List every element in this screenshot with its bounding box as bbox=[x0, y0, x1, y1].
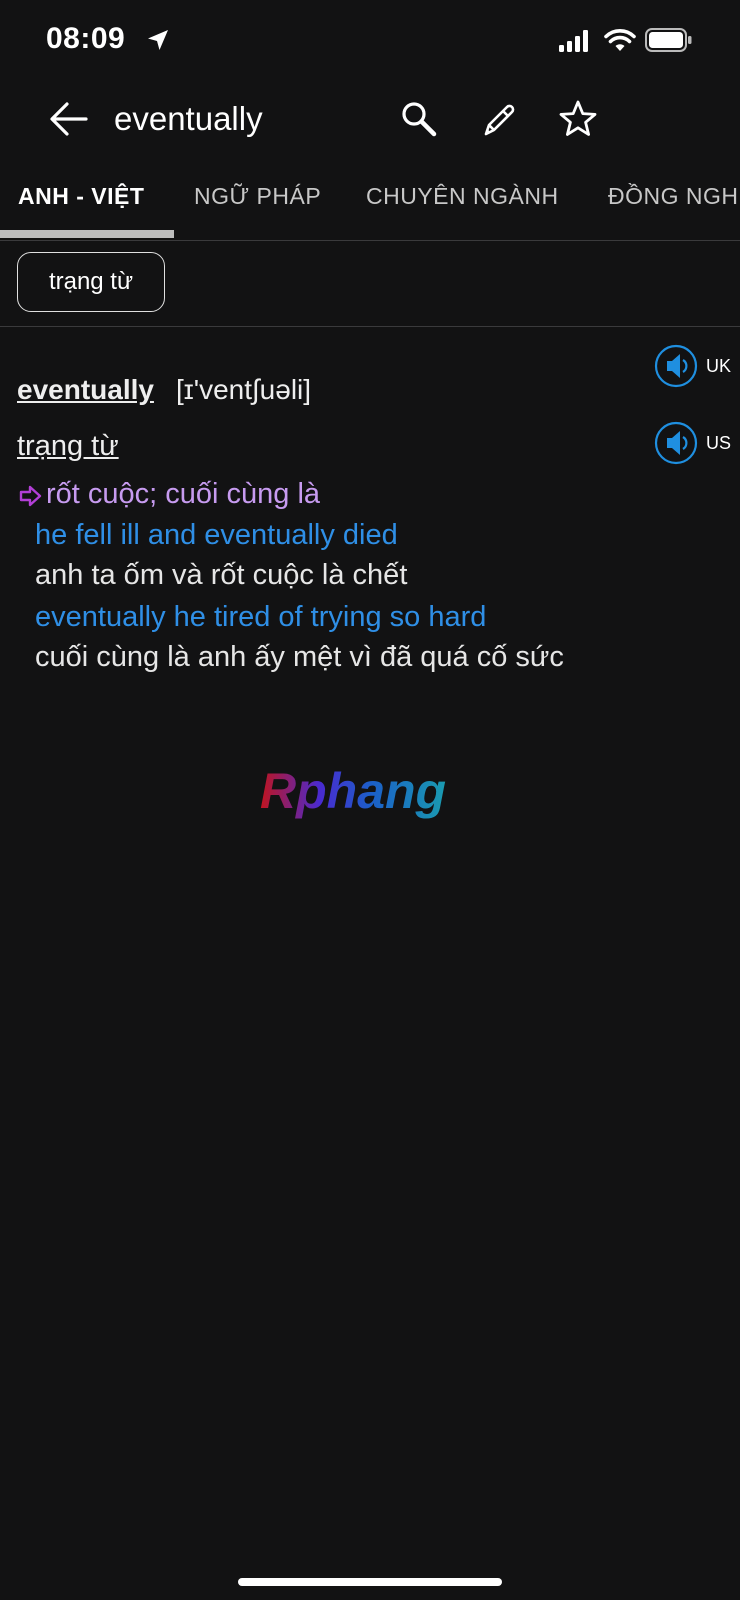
watermark-logo: Rphang bbox=[260, 766, 446, 819]
speaker-uk-icon[interactable] bbox=[654, 344, 698, 388]
meaning-text: rốt cuộc; cuối cùng là bbox=[46, 478, 321, 510]
active-tab-indicator bbox=[0, 230, 174, 238]
star-icon[interactable] bbox=[558, 99, 598, 139]
pos-filter-chip[interactable]: trạng từ bbox=[17, 252, 165, 312]
tab-divider bbox=[0, 240, 740, 241]
search-icon[interactable] bbox=[400, 100, 438, 138]
example-vi: cuối cùng là anh ấy mệt vì đã quá cố sức bbox=[35, 641, 564, 673]
section-divider bbox=[0, 326, 740, 327]
home-indicator[interactable] bbox=[238, 1578, 502, 1586]
tab-dong-nghia[interactable]: ĐỒNG NGH bbox=[608, 183, 739, 210]
phonetic: [ɪ'vent∫uəli] bbox=[176, 374, 312, 405]
meaning-arrow-icon bbox=[19, 485, 42, 507]
example-en: he fell ill and eventually died bbox=[35, 519, 398, 551]
tab-chuyen-nganh[interactable]: CHUYÊN NGÀNH bbox=[366, 183, 559, 210]
speaker-us-icon[interactable] bbox=[654, 421, 698, 465]
battery-icon bbox=[645, 28, 692, 52]
status-time: 08:09 bbox=[46, 22, 126, 55]
example-vi: anh ta ốm và rốt cuộc là chết bbox=[35, 559, 408, 591]
tab-anh-viet[interactable]: ANH - VIỆT bbox=[18, 183, 144, 210]
audio-us-label: US bbox=[706, 433, 732, 453]
location-arrow-icon bbox=[148, 30, 168, 50]
example-en: eventually he tired of trying so hard bbox=[35, 601, 487, 633]
page-title: eventually bbox=[114, 100, 263, 137]
pencil-icon[interactable] bbox=[480, 100, 518, 138]
audio-uk-label: UK bbox=[706, 356, 732, 376]
tab-ngu-phap[interactable]: NGỮ PHÁP bbox=[194, 183, 321, 210]
signal-icon bbox=[559, 30, 588, 52]
headword: eventually bbox=[17, 374, 154, 405]
wifi-icon bbox=[604, 29, 636, 51]
part-of-speech: trạng từ bbox=[17, 430, 119, 462]
back-arrow-icon[interactable] bbox=[48, 100, 90, 138]
watermark-text: Rphang bbox=[260, 766, 446, 819]
